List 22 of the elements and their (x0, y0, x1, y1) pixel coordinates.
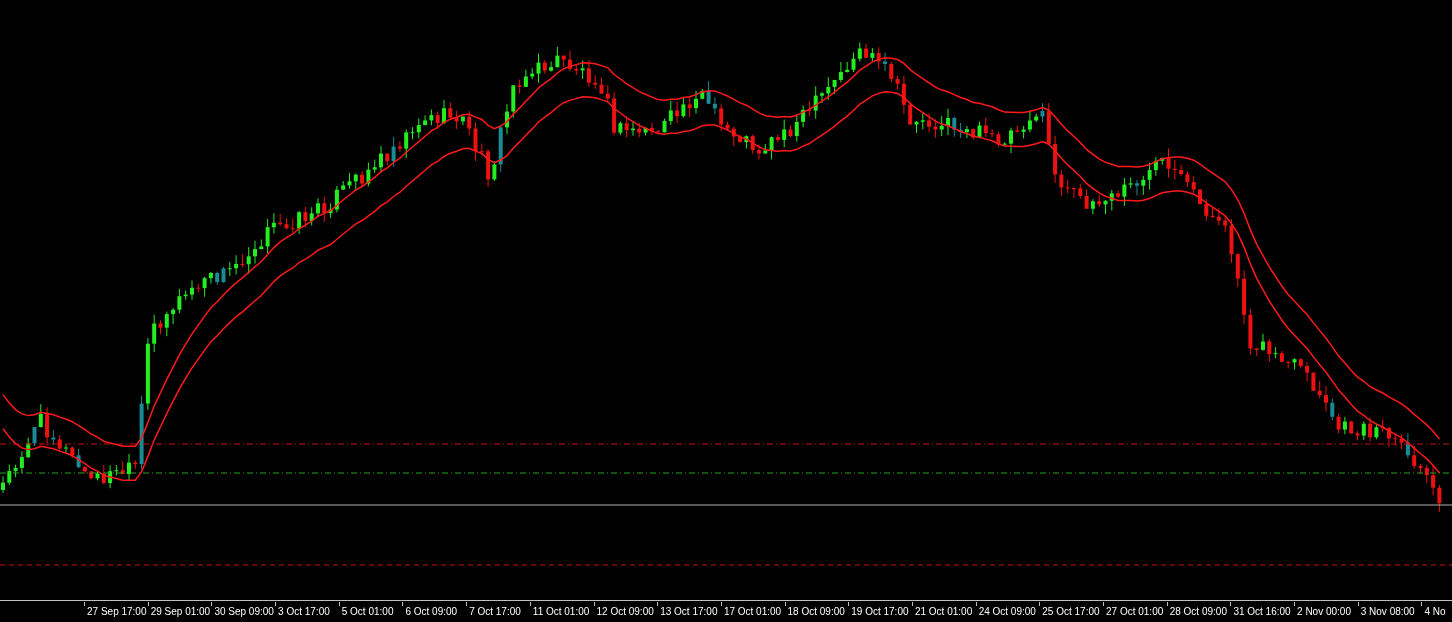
time-label: 17 Oct 01:00 (720, 602, 782, 617)
time-label: 18 Oct 09:00 (784, 602, 845, 617)
time-label: 12 Oct 09:00 (593, 602, 654, 617)
time-label: 30 Sep 09:00 (211, 602, 274, 617)
time-label: 6 Oct 09:00 (402, 602, 458, 617)
time-label: 27 Sep 17:00 (84, 602, 147, 617)
time-label: 28 Oct 09:00 (1166, 602, 1227, 617)
time-label: 19 Oct 17:00 (848, 602, 909, 617)
time-label: 27 Oct 01:00 (1103, 602, 1164, 617)
time-label: 13 Oct 17:00 (657, 602, 718, 617)
time-label: 31 Oct 16:00 (1230, 602, 1291, 617)
time-label: 4 No (1421, 602, 1446, 617)
time-label: 3 Nov 08:00 (1357, 602, 1415, 617)
time-label: 25 Oct 17:00 (1039, 602, 1100, 617)
time-label: 7 Oct 17:00 (466, 602, 521, 617)
time-label: 24 Oct 09:00 (975, 602, 1036, 617)
time-label: 29 Sep 01:00 (147, 602, 211, 617)
time-label: 21 Oct 01:00 (911, 602, 973, 617)
time-label: 11 Oct 01:00 (529, 602, 590, 617)
time-label: 2 Nov 00:00 (1294, 602, 1351, 617)
time-label: 3 Oct 17:00 (275, 602, 330, 617)
time-label: 5 Oct 01:00 (338, 602, 394, 617)
